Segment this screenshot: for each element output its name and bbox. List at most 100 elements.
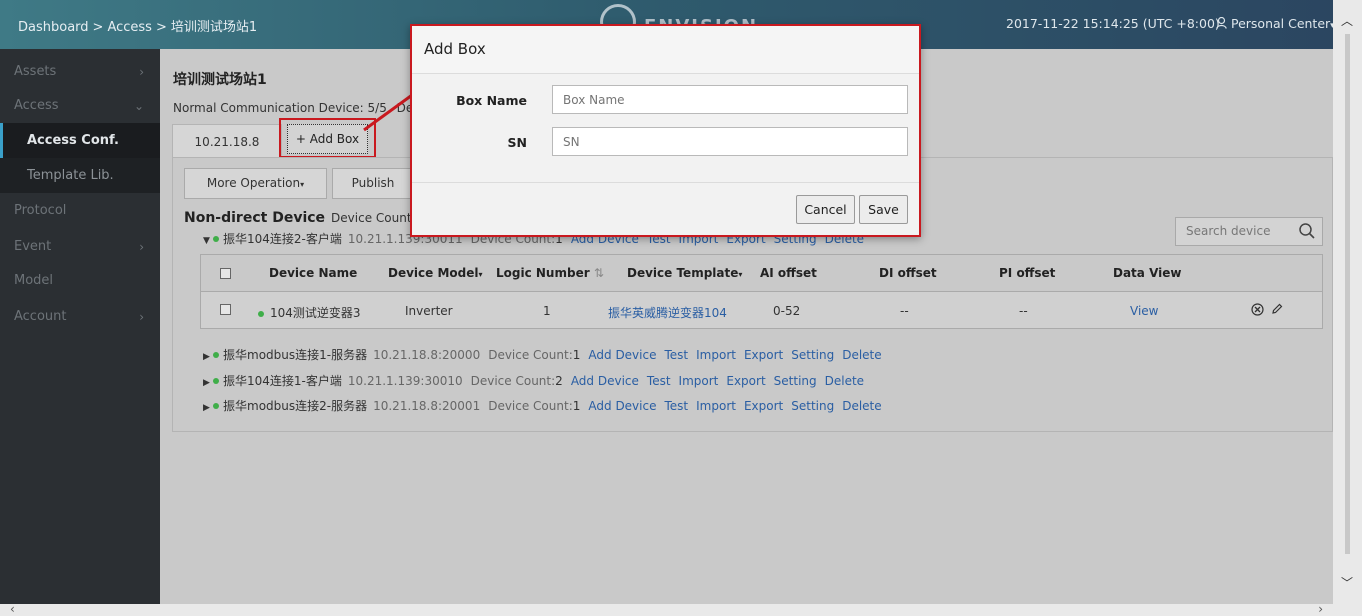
import-link[interactable]: Import: [679, 374, 719, 388]
scroll-right-icon[interactable]: ›: [1318, 602, 1323, 616]
sidebar-item-label: Account: [14, 309, 67, 324]
sidebar-item-access[interactable]: Access ⌄: [0, 89, 160, 123]
test-link[interactable]: Test: [664, 399, 688, 413]
remove-icon[interactable]: [1251, 303, 1264, 316]
vertical-scrollbar[interactable]: ︿ ﹀: [1333, 0, 1362, 616]
expand-triangle-icon[interactable]: ▶: [203, 348, 211, 366]
device-template-link[interactable]: 振华英威腾逆变器104: [608, 304, 727, 321]
sn-input[interactable]: [552, 127, 908, 156]
col-pi-offset: PI offset: [999, 266, 1056, 280]
box-name-label: Box Name: [456, 93, 527, 108]
col-device-model[interactable]: Device Model▾: [388, 266, 483, 280]
caret-down-icon: ▾: [300, 180, 305, 189]
import-link[interactable]: Import: [696, 348, 736, 362]
personal-center-menu[interactable]: Personal Center▾: [1216, 16, 1335, 31]
col-ai-offset: AI offset: [760, 266, 817, 280]
sidebar-item-model[interactable]: Model: [0, 264, 160, 298]
scroll-down-icon[interactable]: ﹀: [1341, 574, 1353, 591]
search-icon[interactable]: [1298, 222, 1316, 240]
dialog-header: Add Box: [412, 26, 919, 74]
breadcrumb-separator: >: [155, 20, 167, 35]
chevron-down-icon: ⌄: [133, 99, 144, 113]
delete-link[interactable]: Delete: [842, 399, 881, 413]
group-ip: 10.21.18.8:20001: [373, 399, 481, 413]
tab-box-ip[interactable]: 10.21.18.8: [172, 124, 282, 159]
add-box-button[interactable]: + Add Box: [287, 124, 368, 154]
table-header: Device Name Device Model▾ Logic Number ⇅…: [201, 255, 1322, 292]
group-row[interactable]: ▶ 振华modbus连接1-服务器 10.21.18.8:20000 Device C…: [203, 346, 882, 364]
add-device-link[interactable]: Add Device: [588, 348, 656, 362]
row-checkbox[interactable]: [220, 304, 231, 315]
select-all-checkbox[interactable]: [220, 268, 231, 279]
current-datetime: 2017-11-22 15:14:25 (UTC +8:00): [1006, 16, 1220, 31]
view-link[interactable]: View: [1130, 304, 1158, 318]
edit-pencil-icon[interactable]: [1271, 303, 1283, 315]
sidebar-item-protocol[interactable]: Protocol: [0, 194, 160, 228]
test-link[interactable]: Test: [647, 374, 671, 388]
personal-center-label: Personal Center: [1230, 16, 1331, 31]
sidebar-item-label: Assets: [14, 64, 57, 79]
breadcrumb-access[interactable]: Access: [107, 20, 152, 35]
pi-offset-cell: --: [1019, 304, 1028, 318]
group-name: 振华modbus连接1-服务器: [223, 348, 368, 362]
col-data-view: Data View: [1113, 266, 1182, 280]
scroll-left-icon[interactable]: ‹: [10, 602, 15, 616]
group-count-label: Device Count:: [470, 374, 556, 388]
sidebar-item-label: Access Conf.: [27, 133, 119, 148]
import-link[interactable]: Import: [696, 399, 736, 413]
sidebar-item-event[interactable]: Event ›: [0, 230, 160, 264]
box-name-input[interactable]: [552, 85, 908, 114]
sidebar-item-template-lib[interactable]: Template Lib.: [0, 158, 160, 193]
collapse-triangle-icon[interactable]: ▼: [203, 232, 211, 250]
device-name-cell: 104测试逆变器3: [258, 304, 361, 321]
export-link[interactable]: Export: [726, 374, 765, 388]
test-link[interactable]: Test: [664, 348, 688, 362]
more-operation-button[interactable]: More Operation▾: [184, 168, 327, 199]
col-device-template-label: Device Template: [627, 266, 739, 280]
horizontal-scrollbar[interactable]: ‹ ›: [0, 602, 1333, 616]
sidebar-item-access-conf[interactable]: Access Conf.: [0, 123, 160, 158]
publish-button[interactable]: Publish: [332, 168, 414, 199]
expand-triangle-icon[interactable]: ▶: [203, 399, 211, 417]
logic-number-cell: 1: [543, 304, 551, 318]
export-link[interactable]: Export: [744, 399, 783, 413]
delete-link[interactable]: Delete: [825, 374, 864, 388]
group-ip: 10.21.1.139:30010: [347, 374, 463, 388]
col-logic-number[interactable]: Logic Number ⇅: [496, 266, 604, 280]
status-online-icon: [213, 352, 219, 358]
expand-triangle-icon[interactable]: ▶: [203, 374, 211, 392]
group-row[interactable]: ▶ 振华104连接1-客户端 10.21.1.139:30010 Device Cou…: [203, 372, 864, 390]
status-online-icon: [258, 310, 264, 317]
search-device-input[interactable]: Search device: [1175, 217, 1323, 246]
save-button[interactable]: Save: [859, 195, 908, 224]
chevron-right-icon: ›: [139, 240, 144, 254]
group-row[interactable]: ▶ 振华modbus连接2-服务器 10.21.18.8:20001 Device C…: [203, 397, 882, 415]
comm-status-text: Normal Communication Device: 5/5: [173, 101, 387, 115]
scroll-thumb[interactable]: [1345, 34, 1350, 554]
scroll-up-icon[interactable]: ︿: [1341, 12, 1353, 29]
setting-link[interactable]: Setting: [791, 399, 834, 413]
sort-icon[interactable]: ⇅: [594, 266, 604, 280]
group-ip: 10.21.18.8:20000: [373, 348, 481, 362]
col-device-template[interactable]: Device Template▾: [627, 266, 742, 280]
sidebar-item-label: Protocol: [14, 203, 67, 218]
setting-link[interactable]: Setting: [791, 348, 834, 362]
sidebar-item-label: Access: [14, 98, 59, 113]
status-online-icon: [213, 378, 219, 384]
add-device-link[interactable]: Add Device: [588, 399, 656, 413]
non-direct-title: Non-direct Device: [184, 210, 326, 226]
user-icon: [1216, 16, 1227, 29]
delete-link[interactable]: Delete: [842, 348, 881, 362]
sidebar-item-account[interactable]: Account ›: [0, 300, 160, 334]
sidebar-item-label: Event: [14, 239, 52, 254]
ai-offset-cell: 0-52: [773, 304, 801, 318]
breadcrumb-separator: >: [92, 20, 104, 35]
setting-link[interactable]: Setting: [774, 374, 817, 388]
sidebar-item-assets[interactable]: Assets ›: [0, 55, 160, 89]
cancel-button[interactable]: Cancel: [796, 195, 855, 224]
breadcrumb-dashboard[interactable]: Dashboard: [18, 20, 89, 35]
group-count: 2: [555, 374, 563, 388]
group-count: 1: [572, 348, 581, 362]
add-device-link[interactable]: Add Device: [571, 374, 639, 388]
export-link[interactable]: Export: [744, 348, 783, 362]
